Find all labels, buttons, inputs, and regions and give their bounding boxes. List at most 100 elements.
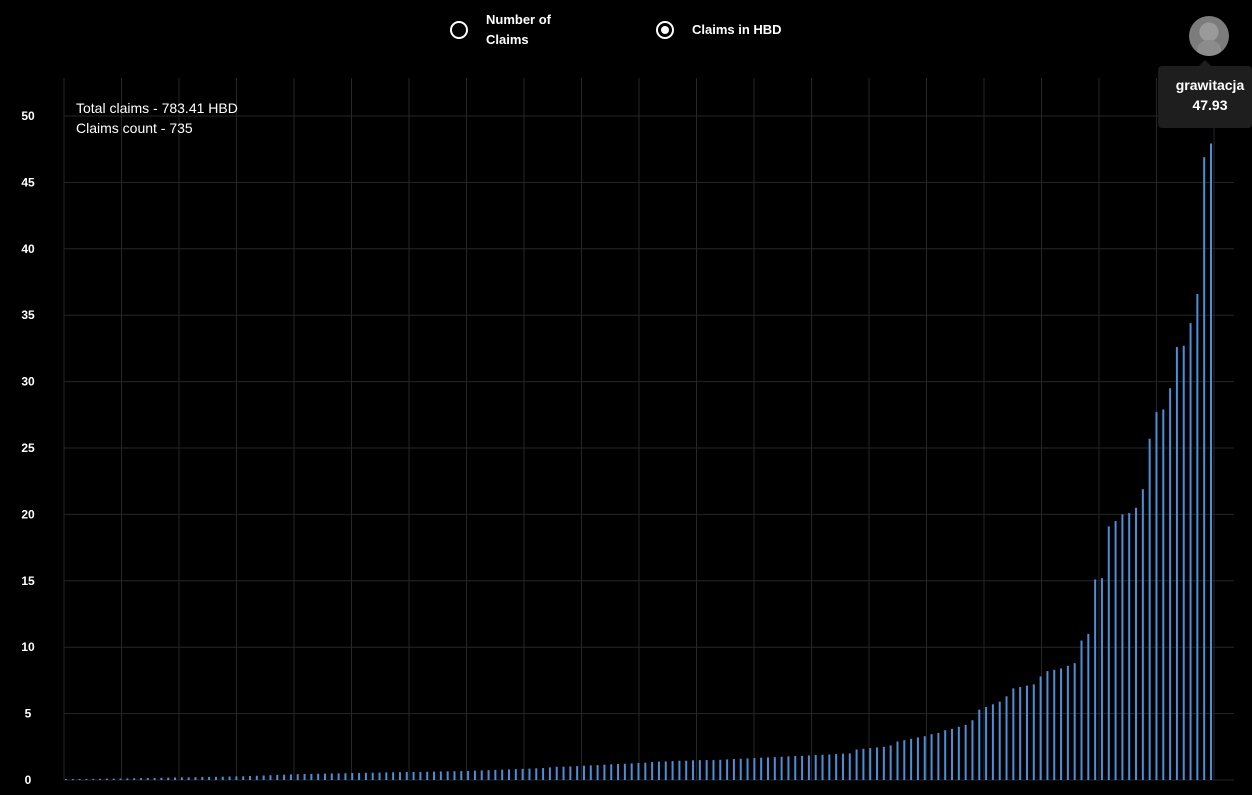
bar[interactable]	[78, 779, 81, 780]
bar[interactable]	[255, 775, 258, 780]
bar[interactable]	[548, 767, 551, 780]
bar[interactable]	[174, 777, 177, 780]
bar[interactable]	[603, 764, 606, 780]
bar[interactable]	[344, 773, 347, 780]
bar[interactable]	[221, 776, 224, 780]
bar[interactable]	[698, 760, 701, 780]
bar[interactable]	[194, 777, 197, 780]
bar[interactable]	[146, 778, 149, 780]
bar[interactable]	[637, 763, 640, 780]
bar[interactable]	[1155, 412, 1158, 780]
bar[interactable]	[92, 778, 95, 780]
bar[interactable]	[562, 766, 565, 780]
bar[interactable]	[337, 773, 340, 780]
bar[interactable]	[480, 770, 483, 780]
bar[interactable]	[494, 769, 497, 780]
bar[interactable]	[644, 762, 647, 780]
bar[interactable]	[739, 758, 742, 780]
bar[interactable]	[910, 738, 913, 780]
bar[interactable]	[467, 770, 470, 780]
bar[interactable]	[1019, 687, 1022, 780]
bar[interactable]	[1012, 688, 1015, 780]
bar[interactable]	[1121, 514, 1124, 780]
bar[interactable]	[180, 777, 183, 780]
bar[interactable]	[766, 757, 769, 780]
bar[interactable]	[1107, 526, 1110, 780]
bar[interactable]	[542, 768, 545, 780]
bar[interactable]	[1148, 438, 1151, 780]
bar[interactable]	[835, 754, 838, 780]
bar[interactable]	[317, 773, 320, 780]
bar[interactable]	[358, 772, 361, 780]
bar[interactable]	[862, 748, 865, 780]
bar[interactable]	[596, 765, 599, 780]
bar[interactable]	[473, 770, 476, 780]
bar[interactable]	[685, 760, 688, 780]
bar[interactable]	[937, 732, 940, 780]
bar[interactable]	[65, 779, 67, 780]
bar[interactable]	[657, 761, 660, 780]
bar[interactable]	[501, 769, 504, 780]
bar[interactable]	[841, 753, 844, 780]
bar[interactable]	[419, 771, 422, 780]
bar[interactable]	[1189, 323, 1192, 780]
bar[interactable]	[589, 765, 592, 780]
bar[interactable]	[814, 755, 817, 780]
bar[interactable]	[453, 771, 456, 780]
bar[interactable]	[985, 706, 988, 780]
bar[interactable]	[1094, 579, 1097, 780]
bar[interactable]	[773, 757, 776, 780]
bar[interactable]	[508, 769, 511, 780]
bar[interactable]	[1046, 671, 1049, 780]
bar[interactable]	[1060, 668, 1063, 780]
bar[interactable]	[855, 749, 858, 780]
bar[interactable]	[139, 778, 142, 780]
bar[interactable]	[1135, 507, 1138, 780]
bar[interactable]	[364, 772, 367, 780]
bar[interactable]	[555, 766, 558, 780]
bar[interactable]	[405, 772, 408, 780]
bar[interactable]	[828, 754, 831, 780]
bar[interactable]	[1005, 696, 1008, 780]
bar[interactable]	[187, 777, 190, 780]
bar[interactable]	[726, 759, 729, 780]
bar[interactable]	[896, 741, 899, 780]
bar[interactable]	[1032, 684, 1035, 780]
bar[interactable]	[126, 778, 129, 780]
bar[interactable]	[787, 756, 790, 780]
bar[interactable]	[228, 776, 231, 780]
bar[interactable]	[951, 728, 954, 780]
bar[interactable]	[514, 769, 517, 780]
bar[interactable]	[582, 765, 585, 780]
bar[interactable]	[732, 759, 735, 780]
bar[interactable]	[153, 777, 156, 780]
bar[interactable]	[214, 776, 217, 780]
bar[interactable]	[208, 776, 211, 780]
bar[interactable]	[1025, 685, 1028, 780]
bar[interactable]	[283, 774, 286, 780]
bar[interactable]	[249, 776, 252, 780]
bar[interactable]	[1080, 640, 1083, 780]
bar[interactable]	[971, 720, 974, 780]
bar[interactable]	[242, 776, 245, 780]
bar[interactable]	[1073, 663, 1076, 780]
bar[interactable]	[569, 766, 572, 780]
bar[interactable]	[623, 763, 626, 780]
bar[interactable]	[848, 753, 851, 780]
bar[interactable]	[978, 709, 981, 780]
bar[interactable]	[576, 766, 579, 780]
bar[interactable]	[535, 768, 538, 780]
bar[interactable]	[821, 754, 824, 780]
bar[interactable]	[651, 762, 654, 780]
bar[interactable]	[487, 770, 490, 780]
bar[interactable]	[944, 730, 947, 780]
bar[interactable]	[671, 761, 674, 780]
bar[interactable]	[426, 771, 429, 780]
bar[interactable]	[903, 740, 906, 780]
bar[interactable]	[412, 772, 415, 780]
bar[interactable]	[753, 758, 756, 780]
bar[interactable]	[1053, 669, 1056, 780]
bar[interactable]	[521, 768, 524, 780]
bar[interactable]	[528, 768, 531, 780]
bar[interactable]	[385, 772, 388, 780]
